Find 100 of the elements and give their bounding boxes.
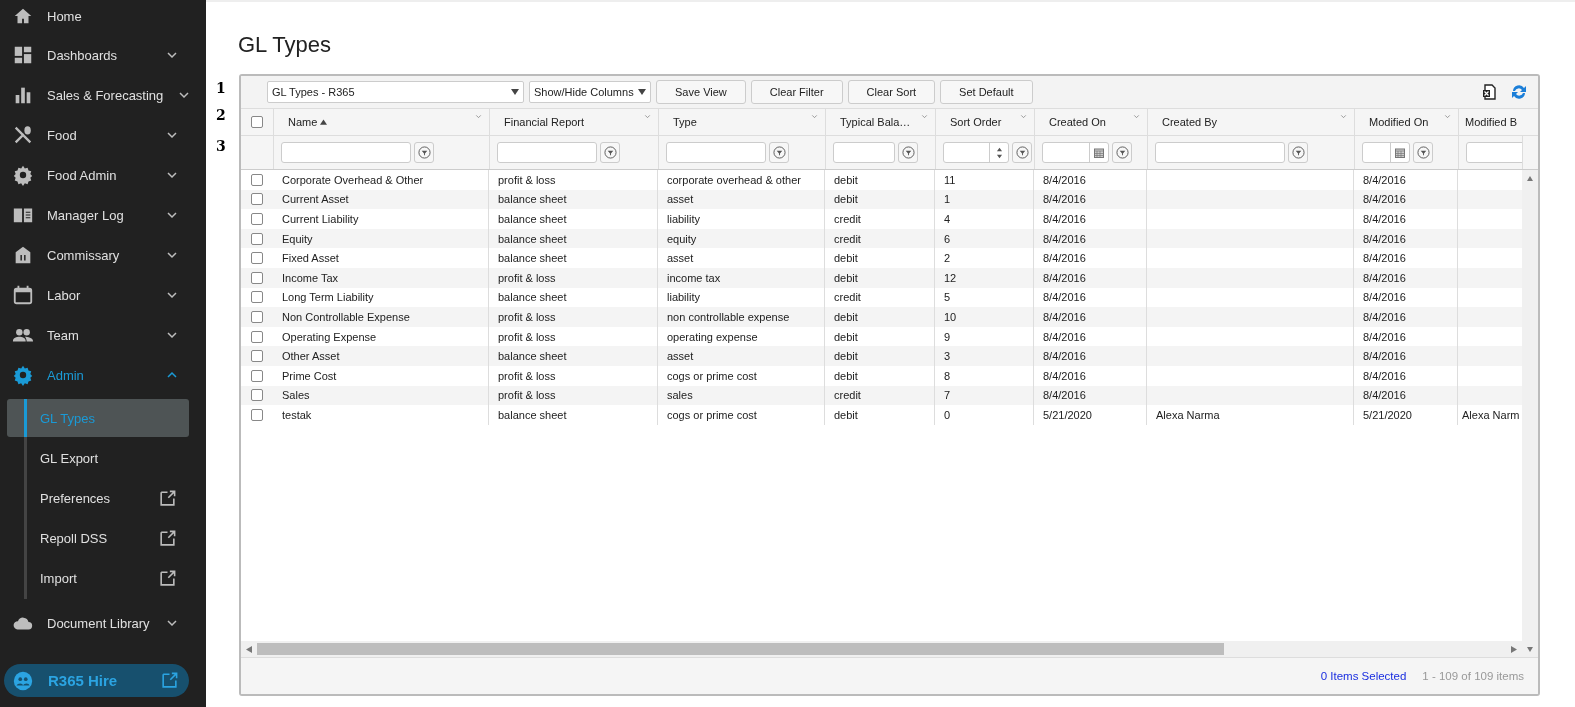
filter-icon[interactable] xyxy=(600,142,620,163)
columns-dropdown[interactable]: Show/Hide Columns xyxy=(529,81,651,103)
number-filter-field[interactable] xyxy=(943,142,1009,163)
nav-item[interactable]: Document Library xyxy=(0,603,206,643)
column-header[interactable]: Created By xyxy=(1162,116,1218,128)
excel-export-icon[interactable] xyxy=(1482,84,1496,100)
table-cell: testak xyxy=(282,408,312,421)
filter-icon[interactable] xyxy=(1288,142,1308,163)
table-cell: 8/4/2016 xyxy=(1363,213,1406,225)
nav-item[interactable]: Manager Log xyxy=(0,195,206,235)
filter-icon[interactable] xyxy=(1012,142,1032,163)
checkbox[interactable] xyxy=(251,389,263,402)
checkbox[interactable] xyxy=(251,193,263,206)
table-cell: profit & loss xyxy=(498,271,556,284)
nav-item[interactable]: Sales & Forecasting xyxy=(0,75,206,115)
nav-subitem[interactable]: Preferences xyxy=(7,479,189,517)
column-header[interactable]: Modified B xyxy=(1465,116,1517,128)
checkbox[interactable] xyxy=(251,213,263,225)
table-cell: 5 xyxy=(944,291,951,304)
table-cell: liability xyxy=(667,213,700,225)
view-select[interactable]: GL Types - R365 xyxy=(267,81,524,103)
table-cell: profit & loss xyxy=(498,369,556,382)
table-cell: 8 xyxy=(944,369,951,382)
table-cell: 8/4/2016 xyxy=(1043,291,1086,304)
checkbox[interactable] xyxy=(251,271,263,284)
nav-item[interactable]: Food xyxy=(0,115,206,155)
column-header[interactable]: Sort Order xyxy=(950,116,1002,128)
column-header[interactable]: Created On xyxy=(1049,116,1106,128)
toolbar-button[interactable]: Set Default xyxy=(940,80,1033,104)
table-cell: 8/4/2016 xyxy=(1363,271,1406,284)
checkbox[interactable] xyxy=(251,173,263,186)
column-header[interactable]: Financial Report xyxy=(504,116,585,128)
dashboard-icon xyxy=(12,44,34,66)
checkbox[interactable] xyxy=(251,408,263,421)
refresh-icon[interactable] xyxy=(1510,83,1528,101)
nav-item[interactable]: Team xyxy=(0,315,206,355)
table-cell: balance sheet xyxy=(498,252,567,265)
checkbox[interactable] xyxy=(251,350,263,363)
column-header[interactable]: Typical Bala… xyxy=(840,116,911,128)
table-cell: Corporate Overhead & Other xyxy=(282,173,424,186)
checkbox[interactable] xyxy=(251,116,263,128)
column-header[interactable]: Modified On xyxy=(1369,116,1429,128)
table-cell: 8/4/2016 xyxy=(1043,232,1086,245)
nav-subitem[interactable]: Repoll DSS xyxy=(7,519,189,557)
table-cell: credit xyxy=(834,232,861,245)
nav-item[interactable]: Labor xyxy=(0,275,206,315)
column-header[interactable]: Name xyxy=(288,116,328,128)
table-cell: balance sheet xyxy=(498,213,567,225)
filter-icon[interactable] xyxy=(1413,142,1433,163)
checkbox[interactable] xyxy=(251,252,263,265)
filter-field[interactable] xyxy=(497,142,597,163)
filter-field[interactable] xyxy=(1155,142,1285,163)
table-cell: Operating Expense xyxy=(282,330,377,343)
filter-icon[interactable] xyxy=(414,142,434,163)
filter-field[interactable] xyxy=(666,142,766,163)
checkbox[interactable] xyxy=(251,369,263,382)
filter-field[interactable] xyxy=(281,142,411,163)
table-cell: credit xyxy=(834,291,861,304)
date-filter-field[interactable] xyxy=(1042,142,1109,163)
table-cell: asset xyxy=(667,252,694,265)
nav-item[interactable]: Admin xyxy=(0,355,206,395)
caret-icon xyxy=(638,89,646,95)
filter-icon[interactable] xyxy=(769,142,789,163)
nav-item[interactable]: Dashboards xyxy=(0,35,206,75)
table-cell: 8/4/2016 xyxy=(1043,369,1086,382)
table-cell: 8/4/2016 xyxy=(1363,350,1406,363)
row-marker: 3 xyxy=(216,138,227,154)
checkbox[interactable] xyxy=(251,330,263,343)
nav-item[interactable]: Food Admin xyxy=(0,155,206,195)
table-cell: 8/4/2016 xyxy=(1043,310,1086,323)
column-header[interactable]: Type xyxy=(673,116,697,128)
filter-icon[interactable] xyxy=(898,142,918,163)
filter-field[interactable] xyxy=(833,142,895,163)
table-cell: equity xyxy=(667,232,697,245)
date-filter-field[interactable] xyxy=(1362,142,1410,163)
table-cell: Non Controllable Expense xyxy=(282,310,410,323)
checkbox[interactable] xyxy=(251,232,263,245)
table-cell: 0 xyxy=(944,408,951,421)
table-cell: Current Asset xyxy=(282,193,349,206)
table-cell: asset xyxy=(667,350,694,363)
row-marker: 1 xyxy=(216,80,227,98)
checkbox[interactable] xyxy=(251,291,263,304)
nav-subitem[interactable]: Import xyxy=(7,559,189,597)
toolbar-button[interactable]: Clear Sort xyxy=(847,80,936,104)
table-cell: debit xyxy=(834,330,858,343)
toolbar-button[interactable]: Clear Filter xyxy=(750,80,843,104)
filter-field[interactable] xyxy=(1466,142,1522,163)
nav-subitem[interactable]: GL Export xyxy=(7,439,189,477)
nav-item[interactable]: Commissary xyxy=(0,235,206,275)
table-cell: debit xyxy=(834,369,858,382)
toolbar-button[interactable]: Save View xyxy=(656,80,746,104)
table-cell: 4 xyxy=(944,213,951,225)
scrollbar-thumb[interactable] xyxy=(257,643,1224,655)
table-cell: cogs or prime cost xyxy=(667,408,757,421)
nav-item[interactable]: Home xyxy=(0,0,206,32)
table-cell: balance sheet xyxy=(498,291,567,304)
checkbox[interactable] xyxy=(251,310,263,323)
table-cell: debit xyxy=(834,350,858,363)
table-cell: Sales xyxy=(282,389,310,402)
filter-icon[interactable] xyxy=(1112,142,1132,163)
